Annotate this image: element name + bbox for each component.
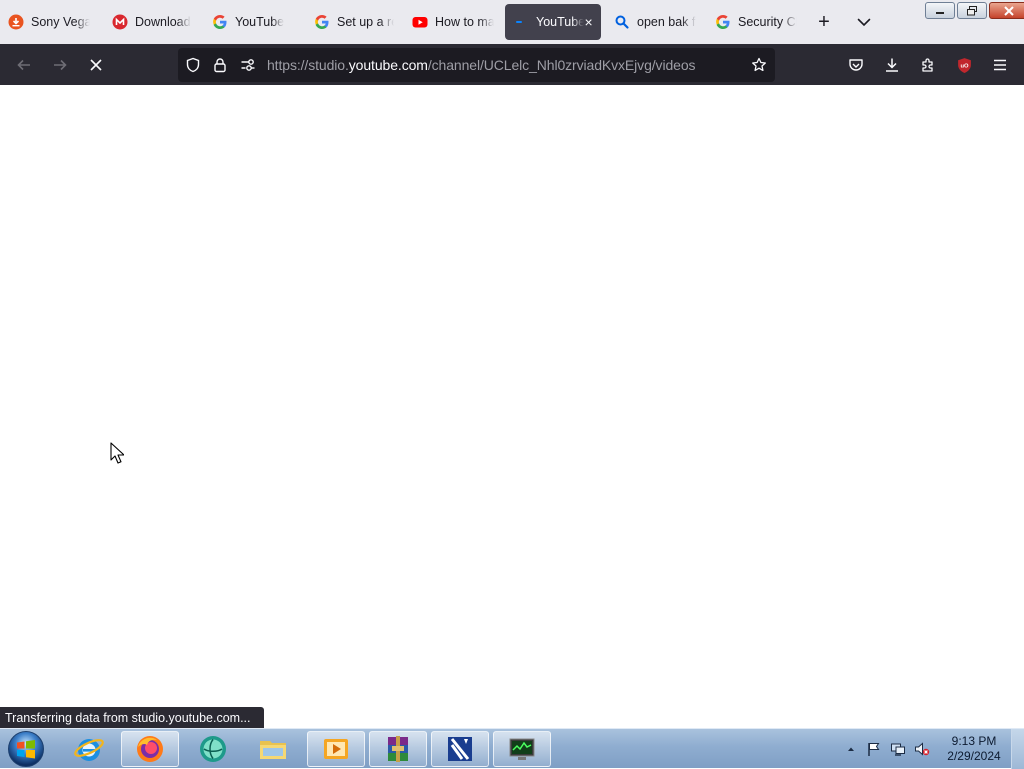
globe-app-icon	[200, 736, 226, 762]
clock-time: 9:13 PM	[951, 734, 997, 748]
restore-icon	[967, 5, 977, 15]
taskbar-winrar[interactable]	[369, 731, 427, 767]
tab-title: Sony Vegas Pro	[31, 15, 90, 29]
tab-title: How to make	[435, 15, 494, 29]
taskbar-media-player[interactable]	[307, 731, 365, 767]
google-favicon-icon	[715, 14, 731, 30]
video-editor-icon	[448, 737, 472, 761]
puzzle-piece-icon	[922, 58, 933, 72]
bookmark-star-icon[interactable]	[750, 56, 768, 74]
folder-icon	[260, 741, 286, 759]
mega-favicon-icon	[112, 14, 128, 30]
tab-sony-vegas[interactable]: Sony Vegas Pro	[0, 4, 98, 40]
new-tab-button[interactable]: +	[810, 8, 838, 36]
url-text[interactable]: https://studio.youtube.com/channel/UCLel…	[267, 57, 696, 73]
chevron-down-icon	[857, 18, 871, 27]
taskbar-file-explorer[interactable]	[244, 731, 302, 767]
action-center-flag-icon[interactable]	[866, 741, 882, 757]
tab-youtube-google[interactable]: YouTube	[204, 4, 302, 40]
hamburger-menu-icon	[994, 59, 1006, 71]
show-desktop-button[interactable]	[1011, 729, 1024, 769]
tab-title: Security Check	[738, 15, 797, 29]
clock-date: 2/29/2024	[947, 749, 1001, 763]
ublock-origin-button[interactable]: uO	[949, 50, 979, 80]
minimize-icon	[936, 11, 944, 14]
taskbar-video-editor[interactable]	[431, 731, 489, 767]
tab-how-to[interactable]: How to make	[404, 4, 502, 40]
close-tab-icon[interactable]: ×	[584, 14, 593, 30]
loading-indicator-icon	[513, 14, 529, 30]
ublock-shield-icon: uO	[957, 57, 971, 73]
status-panel: Transferring data from studio.youtube.co…	[0, 707, 264, 729]
show-hidden-icons-button[interactable]	[843, 741, 859, 757]
url-path: /channel/UCLelc_Nhl0zrviadKvxEjvg/videos	[427, 57, 696, 73]
volume-muted-icon[interactable]	[914, 741, 930, 757]
navigation-toolbar: https://studio.youtube.com/channel/UCLel…	[0, 44, 1024, 85]
minimize-button[interactable]	[925, 2, 955, 19]
winrar-icon	[388, 736, 408, 762]
forward-arrow-icon	[54, 59, 67, 71]
tab-set-up[interactable]: Set up a rece	[306, 4, 402, 40]
tab-title: YouTube	[235, 15, 285, 29]
permissions-icon[interactable]	[239, 56, 257, 74]
firefox-icon	[137, 736, 163, 762]
url-prefix: https://studio.	[267, 57, 349, 73]
app-menu-button[interactable]	[985, 50, 1015, 80]
google-favicon-icon	[212, 14, 228, 30]
youtube-favicon-icon	[412, 14, 428, 30]
back-arrow-icon	[17, 59, 30, 71]
url-host: youtube.com	[348, 57, 428, 73]
svg-text:uO: uO	[960, 63, 969, 69]
tab-open-bak-file[interactable]: open bak file	[606, 4, 704, 40]
mouse-cursor-icon	[110, 442, 124, 464]
stop-loading-button[interactable]	[81, 50, 111, 80]
tab-security-check[interactable]: Security Check	[707, 4, 805, 40]
pocket-icon	[849, 59, 863, 71]
close-icon	[1004, 5, 1014, 16]
taskbar-clock[interactable]: 9:13 PM 2/29/2024	[941, 734, 1007, 764]
restore-button[interactable]	[957, 2, 987, 19]
back-button[interactable]	[9, 50, 39, 80]
tab-title: YouTube Studio	[536, 15, 585, 29]
tab-download[interactable]: Download	[104, 4, 200, 40]
system-monitor-icon	[509, 738, 535, 760]
taskbar-internet-explorer[interactable]	[60, 731, 118, 767]
tab-title: open bak file	[637, 15, 696, 29]
tracking-protection-shield-icon[interactable]	[184, 56, 202, 74]
google-favicon-icon	[314, 14, 330, 30]
stop-x-icon	[90, 59, 102, 71]
extensions-button[interactable]	[913, 50, 943, 80]
tab-youtube-studio-active[interactable]: YouTube Studio ×	[505, 4, 601, 40]
taskbar-system-monitor[interactable]	[493, 731, 551, 767]
taskbar: 9:13 PM 2/29/2024	[0, 728, 1024, 769]
search-favicon-icon	[614, 14, 630, 30]
download-icon	[886, 58, 898, 72]
taskbar-globe-app[interactable]	[184, 731, 242, 767]
start-button[interactable]	[6, 730, 46, 768]
tab-strip: Sony Vegas Pro Download YouTube Set up a…	[0, 0, 1024, 44]
sony-favicon-icon	[8, 14, 24, 30]
network-icon[interactable]	[890, 741, 906, 757]
window-controls	[925, 2, 1024, 20]
internet-explorer-icon	[74, 739, 104, 761]
pocket-button[interactable]	[841, 50, 871, 80]
media-player-icon	[324, 739, 348, 759]
page-content-area	[0, 85, 1024, 728]
windows-start-orb-icon	[8, 731, 44, 767]
forward-button[interactable]	[45, 50, 75, 80]
lock-icon[interactable]	[211, 56, 229, 74]
list-all-tabs-button[interactable]	[850, 8, 878, 36]
url-bar[interactable]: https://studio.youtube.com/channel/UCLel…	[178, 48, 775, 82]
taskbar-firefox[interactable]	[121, 731, 179, 767]
tab-title: Download	[135, 15, 191, 29]
downloads-button[interactable]	[877, 50, 907, 80]
chevron-up-icon	[848, 747, 854, 751]
close-window-button[interactable]	[989, 2, 1024, 19]
tab-title: Set up a rece	[337, 15, 394, 29]
